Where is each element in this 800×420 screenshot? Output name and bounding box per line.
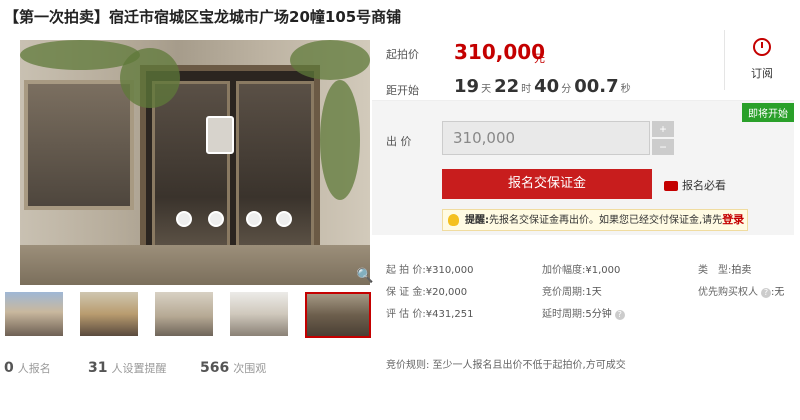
thumbnail-2[interactable] <box>80 292 138 336</box>
stat-views: 566 次围观 <box>200 360 267 376</box>
bid-area: 即将开始 出 价 + − 报名交保证金 报名必看 提醒:先报名交保证金再出价。如… <box>372 100 794 235</box>
bid-stepper: + − <box>652 121 674 157</box>
countdown-row: 距开始 19 天 22 时 40 分 00.7 秒 <box>386 76 631 98</box>
signup-deposit-button[interactable]: 报名交保证金 <box>442 169 652 199</box>
question-icon[interactable]: ? <box>614 310 625 320</box>
stat-reminders: 31 人设置提醒 <box>88 360 167 376</box>
question-icon[interactable]: ? <box>761 288 771 298</box>
bidding-rule: 竞价规则: 至少一人报名且出价不低于起拍价,方可成交 <box>386 360 626 371</box>
thumbnail-strip <box>5 292 375 340</box>
detail-cycle: 竞价周期:1天 <box>542 287 602 298</box>
auction-details: 起 拍 价:¥310,000 保 证 金:¥20,000 评 估 价:¥431,… <box>372 245 794 335</box>
thumbnail-3[interactable] <box>155 292 213 336</box>
detail-start-price: 起 拍 价:¥310,000 <box>386 265 474 276</box>
status-badge: 即将开始 <box>742 103 794 122</box>
clock-icon <box>753 38 771 56</box>
price-box: 起拍价 310,000 元 距开始 19 天 22 时 40 分 00.7 秒 订阅 <box>372 30 792 105</box>
coin-icon <box>664 181 678 191</box>
thumbnail-4[interactable] <box>230 292 288 336</box>
start-price: 310,000 <box>454 40 546 64</box>
thumbnail-5[interactable] <box>305 292 371 338</box>
subscribe-button[interactable]: 订阅 <box>742 38 782 81</box>
bid-input[interactable] <box>442 121 650 155</box>
main-property-photo[interactable] <box>20 40 370 285</box>
must-read-link[interactable]: 报名必看 <box>664 177 726 193</box>
detail-priority: 优先购买权人?:无 <box>698 287 785 298</box>
page-title: 【第一次拍卖】宿迁市宿城区宝龙城市广场20幢105号商铺 <box>4 8 402 26</box>
bulb-icon <box>448 214 459 226</box>
auction-stats: 0 人报名 31 人设置提醒 566 次围观 <box>4 360 364 380</box>
increase-bid-button[interactable]: + <box>652 121 674 137</box>
reminder-tip: 提醒:先报名交保证金再出价。如果您已经交付保证金,请先登录 <box>442 209 748 231</box>
zoom-icon[interactable]: 🔍 <box>356 268 373 284</box>
detail-deposit: 保 证 金:¥20,000 <box>386 287 468 298</box>
detail-appraisal: 评 估 价:¥431,251 <box>386 309 474 320</box>
bid-label: 出 价 <box>386 135 412 148</box>
start-price-row: 起拍价 310,000 元 <box>386 40 546 65</box>
decrease-bid-button[interactable]: − <box>652 139 674 155</box>
detail-extension: 延时周期:5分钟? <box>542 305 625 320</box>
stat-signups: 0 人报名 <box>4 360 51 376</box>
detail-increment: 加价幅度:¥1,000 <box>542 265 621 276</box>
thumbnail-1[interactable] <box>5 292 63 336</box>
countdown: 19 天 22 时 40 分 00.7 秒 <box>454 76 631 97</box>
login-link[interactable]: 登录 <box>722 213 744 226</box>
detail-type: 类 型:拍卖 <box>698 265 752 276</box>
